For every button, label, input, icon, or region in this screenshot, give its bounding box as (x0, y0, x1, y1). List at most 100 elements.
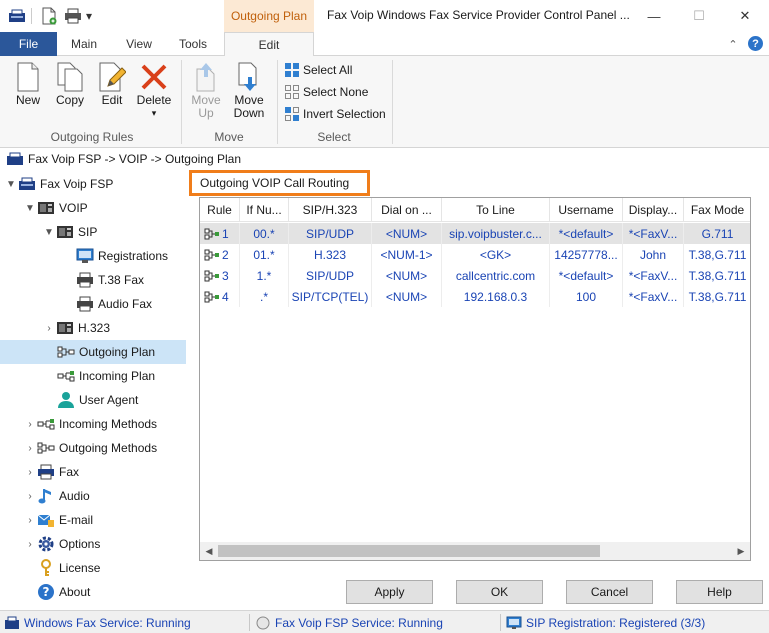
service-status-icon (256, 616, 270, 630)
tree-item-registrations[interactable]: Registrations (76, 244, 168, 268)
rule-number: 4 (222, 289, 229, 304)
tree-item-audio[interactable]: › Audio (23, 484, 90, 508)
collapsed-arrow-icon[interactable]: › (42, 323, 56, 334)
column-header-rule[interactable]: Rule (200, 198, 240, 222)
tree-item-t38-fax[interactable]: T.38 Fax (76, 268, 144, 292)
music-note-icon (37, 487, 55, 505)
tree-item-license[interactable]: License (37, 556, 100, 580)
dial-on-cell: <NUM> (372, 265, 442, 286)
display-name-cell: John (623, 244, 684, 265)
tree-item-label: Incoming Methods (59, 417, 158, 431)
printer-icon (37, 463, 55, 481)
column-header-to-line[interactable]: To Line (442, 198, 550, 222)
move-up-button[interactable]: Move Up (188, 60, 224, 126)
edit-pencil-icon (96, 60, 128, 94)
tree-item-label: Registrations (98, 249, 169, 263)
column-header-if-number[interactable]: If Nu... (240, 198, 289, 222)
minimize-button[interactable]: — (631, 0, 677, 32)
tab-file[interactable]: File (0, 32, 57, 56)
maximize-button[interactable]: ☐ (676, 0, 722, 32)
phone-icon (56, 319, 74, 337)
select-all-button[interactable]: Select All (284, 60, 352, 80)
expanded-arrow-icon[interactable]: ▼ (4, 179, 18, 190)
help-dialog-button[interactable]: Help (676, 580, 763, 604)
scrollbar-thumb[interactable] (218, 545, 600, 557)
fax-app-icon (6, 6, 28, 26)
expanded-arrow-icon[interactable]: ▼ (23, 203, 37, 214)
tree-item-outgoing-plan[interactable]: Outgoing Plan (0, 340, 186, 364)
cancel-button[interactable]: Cancel (566, 580, 653, 604)
tab-edit[interactable]: Edit (224, 32, 314, 57)
column-header-username[interactable]: Username (550, 198, 623, 222)
table-row[interactable]: 1 00.* SIP/UDP <NUM> sip.voipbuster.c...… (200, 223, 750, 244)
routing-rules-grid[interactable]: Rule If Nu... SIP/H.323 Dial on ... To L… (199, 197, 751, 561)
tree-item-label: Fax (59, 465, 80, 479)
column-header-display-name[interactable]: Display... (623, 198, 684, 222)
protocol-cell: SIP/TCP(TEL) (289, 286, 372, 307)
username-cell: *<default> (550, 223, 623, 244)
tree-item-label: Fax Voip FSP (40, 177, 114, 191)
collapsed-arrow-icon[interactable]: › (23, 515, 37, 526)
close-button[interactable]: ✕ (722, 0, 768, 32)
status-sip-text: SIP Registration: Registered (3/3) (526, 616, 706, 630)
column-header-protocol[interactable]: SIP/H.323 (289, 198, 372, 222)
tree-item-options[interactable]: › Options (23, 532, 100, 556)
tree-item-user-agent[interactable]: User Agent (57, 388, 138, 412)
scroll-right-icon[interactable]: ▶ (733, 544, 749, 558)
help-button[interactable]: ? (748, 36, 763, 51)
collapsed-arrow-icon[interactable]: › (23, 443, 37, 454)
to-line-cell: sip.voipbuster.c... (442, 223, 550, 244)
tree-item-incoming-plan[interactable]: Incoming Plan (57, 364, 155, 388)
tab-tools[interactable]: Tools (170, 32, 216, 56)
tree-item-voip[interactable]: ▼ VOIP (23, 196, 88, 220)
edit-button[interactable]: Edit (94, 60, 130, 126)
rule-number: 2 (222, 247, 229, 262)
new-button[interactable]: New (10, 60, 46, 126)
tree-item-h323[interactable]: › H.323 (42, 316, 110, 340)
tree-item-fax[interactable]: › Fax (23, 460, 79, 484)
help-icon: ? (752, 37, 759, 50)
new-document-icon[interactable] (38, 6, 60, 26)
group-label-move: Move (214, 130, 244, 144)
table-row[interactable]: 3 1.* SIP/UDP <NUM> callcentric.com *<de… (200, 265, 750, 286)
scroll-left-icon[interactable]: ◀ (201, 544, 217, 558)
tree-item-label: Outgoing Plan (79, 345, 156, 359)
tree-item-email[interactable]: › E-mail (23, 508, 93, 532)
tree-item-sip[interactable]: ▼ SIP (42, 220, 97, 244)
apply-button[interactable]: Apply (346, 580, 433, 604)
delete-button[interactable]: Delete ▾ (134, 60, 174, 126)
collapsed-arrow-icon[interactable]: › (23, 419, 37, 430)
tree-item-incoming-methods[interactable]: › Incoming Methods (23, 412, 157, 436)
column-header-dial-on[interactable]: Dial on ... (372, 198, 442, 222)
move-down-button[interactable]: Move Down (229, 60, 269, 126)
new-label: New (15, 93, 40, 107)
tab-view[interactable]: View (118, 32, 160, 56)
collapsed-arrow-icon[interactable]: › (23, 491, 37, 502)
expanded-arrow-icon[interactable]: ▼ (42, 227, 56, 238)
select-none-button[interactable]: Select None (284, 82, 368, 102)
column-header-fax-mode[interactable]: Fax Mode (684, 198, 750, 222)
collapsed-arrow-icon[interactable]: › (23, 467, 37, 478)
print-icon[interactable] (62, 6, 84, 26)
tree-item-fax-voip-fsp[interactable]: ▼ Fax Voip FSP (4, 172, 113, 196)
routing-methods-icon (37, 415, 55, 433)
tree-item-outgoing-methods[interactable]: › Outgoing Methods (23, 436, 157, 460)
phone-icon (56, 223, 74, 241)
collapse-ribbon-button[interactable]: ⌃ (726, 36, 740, 52)
fax-mode-cell: T.38,G.711 (684, 286, 750, 307)
ok-button[interactable]: OK (456, 580, 543, 604)
gear-icon (37, 535, 55, 553)
tree-item-about[interactable]: ? About (37, 580, 90, 604)
tab-main[interactable]: Main (62, 32, 106, 56)
table-row[interactable]: 4 .* SIP/TCP(TEL) <NUM> 192.168.0.3 100 … (200, 286, 750, 307)
if-number-cell: 1.* (240, 265, 289, 286)
quick-access-dropdown-icon[interactable]: ▾ (82, 6, 96, 26)
table-row[interactable]: 2 01.* H.323 <NUM-1> <GK> 14257778... Jo… (200, 244, 750, 265)
dial-on-cell: <NUM> (372, 286, 442, 307)
copy-button[interactable]: Copy (52, 60, 88, 126)
invert-selection-button[interactable]: Invert Selection (284, 104, 386, 124)
horizontal-scrollbar[interactable]: ◀ ▶ (200, 542, 750, 560)
collapsed-arrow-icon[interactable]: › (23, 539, 37, 550)
tree-item-audio-fax[interactable]: Audio Fax (76, 292, 152, 316)
tree-item-label: Options (59, 537, 101, 551)
